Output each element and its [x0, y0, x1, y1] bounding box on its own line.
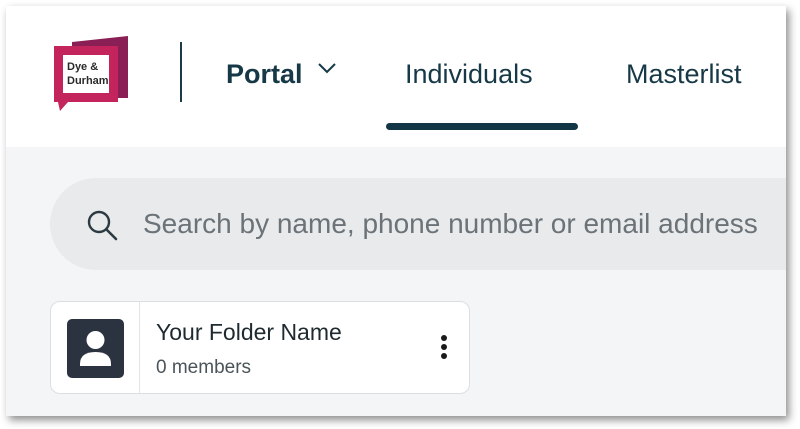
svg-text:Durham: Durham	[67, 75, 109, 87]
more-options-icon[interactable]	[434, 332, 454, 366]
search-input[interactable]	[143, 178, 786, 270]
header-divider	[180, 42, 182, 102]
dye-durham-logo[interactable]: Dye & Durham	[54, 36, 134, 111]
search-bar	[50, 178, 786, 270]
search-icon	[86, 209, 118, 246]
top-header: Dye & Durham Portal Individuals Masterli…	[6, 6, 786, 147]
tab-masterlist[interactable]: Masterlist	[626, 54, 742, 94]
app-frame: Dye & Durham Portal Individuals Masterli…	[6, 6, 786, 416]
portal-label: Portal	[226, 58, 303, 89]
person-icon	[67, 319, 124, 378]
svg-text:Dye &: Dye &	[67, 61, 98, 73]
folder-avatar-column	[51, 302, 140, 393]
folder-member-count: 0 members	[156, 357, 252, 378]
folder-name: Your Folder Name	[156, 319, 342, 345]
folder-card[interactable]: Your Folder Name 0 members	[50, 301, 470, 394]
tab-individuals[interactable]: Individuals	[405, 54, 533, 94]
chevron-down-icon	[317, 61, 337, 79]
active-tab-indicator	[386, 123, 578, 130]
portal-dropdown[interactable]: Portal	[226, 54, 337, 94]
